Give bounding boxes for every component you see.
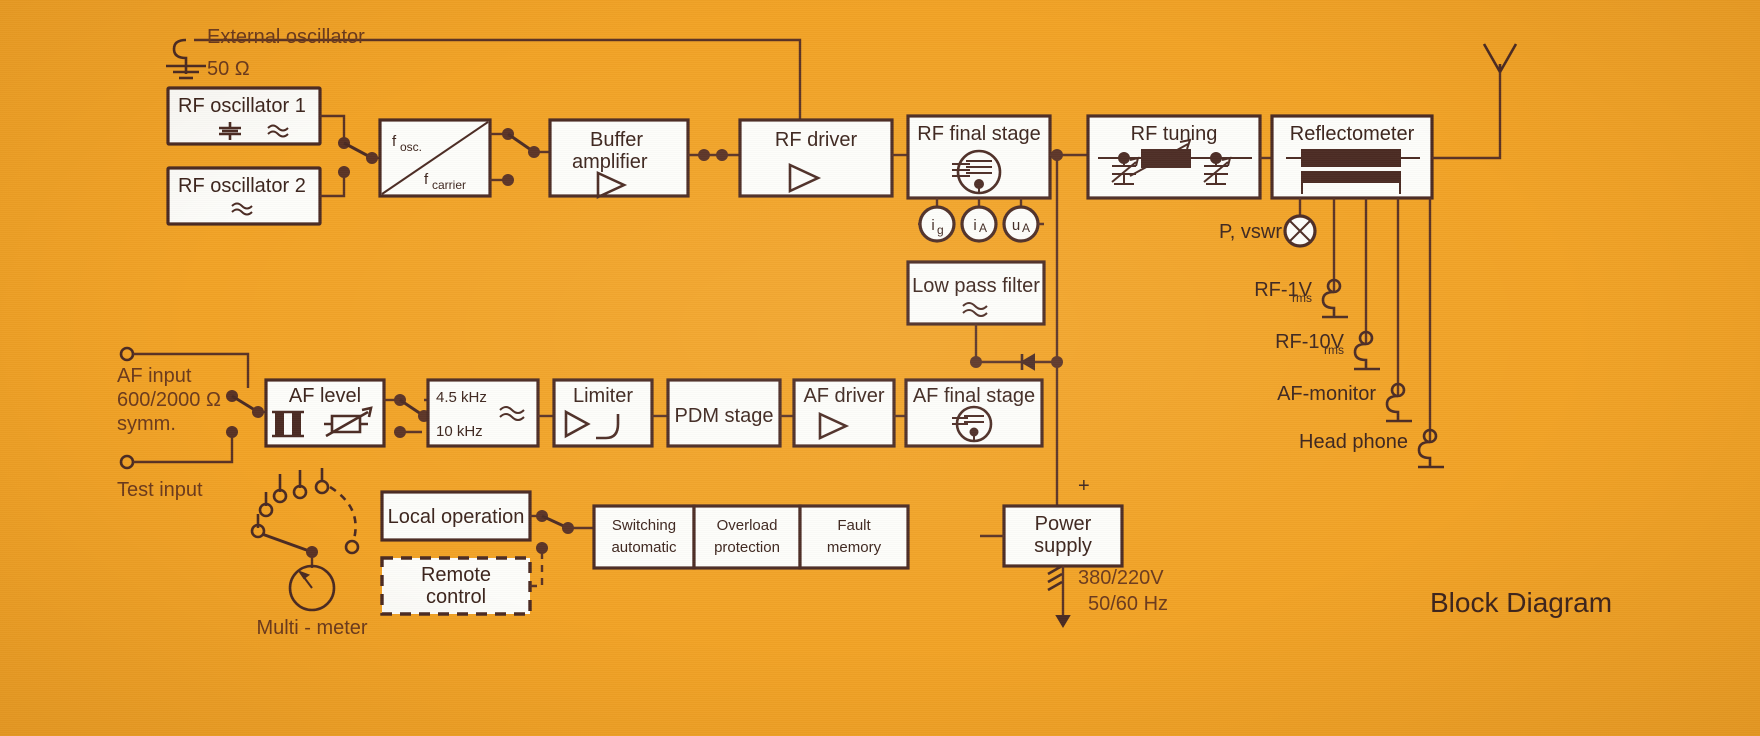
af-bandwidth-filter-block[interactable]: 4.5 kHz 10 kHz xyxy=(426,378,540,448)
switching-automatic-block[interactable]: Switching automatic xyxy=(592,504,696,570)
diagram-svg: External oscillator 50 Ω RF oscillator 1… xyxy=(117,26,1612,639)
rf-oscillator-2-label: RF oscillator 2 xyxy=(178,175,306,197)
low-pass-filter-label: Low pass filter xyxy=(912,275,1040,297)
limiter-block[interactable]: Limiter xyxy=(552,378,654,448)
mains-frequency-label: 50/60 Hz xyxy=(1088,593,1168,615)
af-level-label: AF level xyxy=(289,385,361,407)
af-input-label-2: 600/2000 Ω xyxy=(117,389,221,411)
fault-memory-block[interactable]: Fault memory xyxy=(798,504,910,570)
meter-ua[interactable] xyxy=(1002,205,1040,243)
limiter-label: Limiter xyxy=(573,385,633,407)
rf-driver-label: RF driver xyxy=(775,129,858,151)
power-supply-label-1: Power xyxy=(1035,513,1092,535)
pdm-stage-block[interactable]: PDM stage xyxy=(666,378,782,448)
meter-ua-label: u xyxy=(1012,217,1020,234)
rf-driver-block[interactable]: RF driver xyxy=(738,118,894,198)
test-input-label: Test input xyxy=(117,479,203,501)
af-driver-label: AF driver xyxy=(803,385,884,407)
filter-4-5khz-label: 4.5 kHz xyxy=(436,389,487,406)
rf-oscillator-selector-switch[interactable] xyxy=(320,114,380,198)
overload-protection-label-2: protection xyxy=(714,539,780,556)
output-label-af-monitor: AF-monitor xyxy=(1277,383,1376,405)
ground-icon xyxy=(1047,564,1063,592)
fault-memory-label-1: Fault xyxy=(837,517,871,534)
buffer-amplifier-block[interactable]: Buffer amplifier xyxy=(548,118,690,200)
rf-oscillator-2-block[interactable]: RF oscillator 2 xyxy=(166,166,322,226)
remote-control-block[interactable]: Remote control xyxy=(380,556,532,616)
block-diagram-canvas: External oscillator 50 Ω RF oscillator 1… xyxy=(0,0,1760,736)
lowpass-to-modulation-wire xyxy=(970,324,1063,371)
rf-final-stage-label: RF final stage xyxy=(917,123,1040,145)
antenna-icon xyxy=(1432,43,1518,160)
af-input-terminal-icon[interactable] xyxy=(119,346,135,362)
local-remote-selector-switch[interactable] xyxy=(530,510,586,588)
frequency-mixer-block[interactable]: f osc. f carrier xyxy=(378,118,492,198)
rf-oscillator-1-block[interactable]: RF oscillator 1 xyxy=(166,86,322,146)
rf-oscillator-1-label: RF oscillator 1 xyxy=(178,95,306,117)
multi-meter-label: Multi - meter xyxy=(256,617,367,639)
external-oscillator-label: External oscillator xyxy=(207,26,365,48)
output-terminal-head-phone[interactable] xyxy=(1417,198,1444,469)
af-level-block[interactable]: AF level xyxy=(264,378,386,448)
diode-icon xyxy=(1020,353,1035,371)
rf-tuning-block[interactable]: RF tuning xyxy=(1086,114,1262,200)
rf-final-stage-meters: i g i A u A xyxy=(918,198,1044,243)
output-label-head-phone: Head phone xyxy=(1299,431,1408,453)
meter-ig-label: i xyxy=(931,217,934,234)
impedance-50-label: 50 Ω xyxy=(207,58,250,80)
meter-ig-sub: g xyxy=(937,223,944,237)
buffer-amplifier-label-2: amplifier xyxy=(572,151,648,173)
meter-ua-sub: A xyxy=(1022,221,1030,235)
af-input-selector-switch[interactable] xyxy=(226,390,266,438)
rf-final-stage-block[interactable]: RF final stage xyxy=(906,114,1052,200)
af-input-label-1: AF input xyxy=(117,365,192,387)
reflectometer-label: Reflectometer xyxy=(1290,123,1415,145)
mixer-fcarrier-sub: carrier xyxy=(432,178,466,192)
switching-automatic-label-1: Switching xyxy=(612,517,676,534)
p-vswr-meter[interactable] xyxy=(1283,214,1317,248)
remote-control-label-1: Remote xyxy=(421,564,491,586)
power-plus-label: + xyxy=(1078,475,1090,497)
af-filter-selector-switch[interactable] xyxy=(384,394,430,438)
meter-ia-label: i xyxy=(973,217,976,234)
switching-automatic-label-2: automatic xyxy=(611,539,677,556)
output-sub-rf-10v: rms xyxy=(1324,343,1344,357)
af-final-stage-label: AF final stage xyxy=(913,385,1035,407)
p-vswr-label: P, vswr xyxy=(1219,221,1282,243)
output-sub-rf-1v: rms xyxy=(1292,291,1312,305)
page-title: Block Diagram xyxy=(1430,587,1612,618)
overload-protection-label-1: Overload xyxy=(717,517,778,534)
multi-meter-gauge[interactable] xyxy=(288,564,336,612)
fault-memory-label-2: memory xyxy=(827,539,882,556)
filter-10khz-label: 10 kHz xyxy=(436,423,483,440)
af-final-stage-block[interactable]: AF final stage xyxy=(904,378,1044,448)
test-input-terminal-icon[interactable] xyxy=(119,454,135,470)
remote-control-label-2: control xyxy=(426,586,486,608)
af-driver-block[interactable]: AF driver xyxy=(792,378,896,448)
local-operation-block[interactable]: Local operation xyxy=(380,490,532,542)
mains-input xyxy=(1047,564,1071,628)
multimeter-rotary-switch[interactable] xyxy=(250,468,360,568)
power-supply-block[interactable]: Power supply xyxy=(1002,504,1124,568)
mixer-fosc-sub: osc. xyxy=(400,140,422,154)
rf-tuning-label: RF tuning xyxy=(1131,123,1218,145)
mains-voltage-label: 380/220V xyxy=(1078,567,1164,589)
reflectometer-block[interactable]: Reflectometer xyxy=(1270,114,1434,200)
overload-protection-block[interactable]: Overload protection xyxy=(692,504,802,570)
low-pass-filter-block[interactable]: Low pass filter xyxy=(906,260,1046,326)
power-supply-label-2: supply xyxy=(1034,535,1092,557)
meter-ia-sub: A xyxy=(979,221,987,235)
mixer-output-selector-switch[interactable] xyxy=(490,128,550,186)
af-input-label-3: symm. xyxy=(117,413,176,435)
buffer-amplifier-label-1: Buffer xyxy=(590,129,643,151)
local-operation-label: Local operation xyxy=(388,506,525,528)
pdm-stage-label: PDM stage xyxy=(675,405,774,427)
